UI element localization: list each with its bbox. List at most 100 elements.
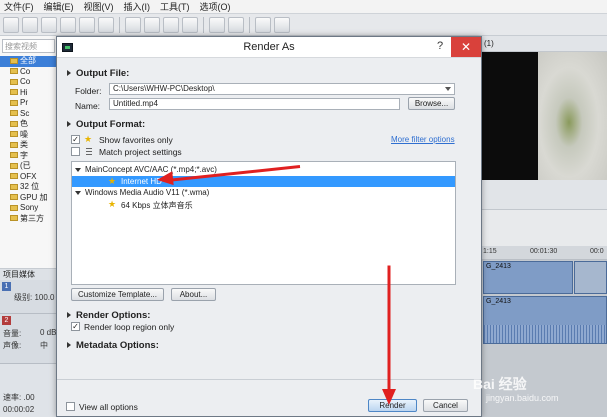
track-level: 级别: 100.0: [14, 293, 55, 302]
format-item-64kbps[interactable]: ★ 64 Kbps 立体声音乐: [72, 199, 455, 210]
timeline-ruler[interactable]: 1:15 00:01:30 00:0: [482, 246, 607, 260]
about-button[interactable]: About...: [171, 288, 216, 301]
loop-region-checkbox[interactable]: ✓: [71, 322, 80, 331]
video-clip-thumbnail[interactable]: [574, 261, 607, 294]
tree-item[interactable]: 噪: [0, 130, 57, 141]
menu-item[interactable]: 视图(V): [84, 0, 114, 13]
browse-button[interactable]: Browse...: [408, 97, 455, 110]
folder-icon: [10, 68, 18, 75]
tree-item[interactable]: Pr: [0, 98, 57, 109]
explorer-search-input[interactable]: 搜索视频: [2, 39, 55, 53]
menu-item[interactable]: 选项(O): [200, 0, 231, 13]
tree-item[interactable]: Sc: [0, 109, 57, 120]
tree-item-label: 色: [20, 119, 28, 128]
tree-item[interactable]: Sony: [0, 203, 57, 214]
new-file-icon[interactable]: [3, 16, 19, 33]
toolbar-separator: [119, 16, 120, 33]
format-group-label: Windows Media Audio V11 (*.wma): [85, 188, 210, 197]
dialog-titlebar[interactable]: Render As ? ✕: [57, 37, 481, 58]
close-button[interactable]: ✕: [451, 37, 481, 57]
pan-value: 中: [40, 341, 48, 350]
menu-item[interactable]: 工具(T): [160, 0, 190, 13]
output-format-heading: Output Format:: [76, 119, 146, 130]
tree-item-label: 第三方: [20, 213, 44, 223]
output-format-section[interactable]: Output Format:: [67, 119, 145, 130]
render-as-dialog: Render As ? ✕ Output File: Folder: C:\Us…: [56, 36, 482, 417]
view-all-options-checkbox[interactable]: [66, 402, 75, 411]
arrowhead-icon: [156, 171, 174, 187]
tree-item[interactable]: 全部: [0, 56, 57, 67]
video-track-header[interactable]: 1 级别: 100.0: [0, 280, 58, 314]
tree-item[interactable]: Hi: [0, 88, 57, 99]
tree-item[interactable]: 类: [0, 140, 57, 151]
show-favorites-checkbox[interactable]: ✓: [71, 135, 80, 144]
tree-item[interactable]: 色: [0, 119, 57, 130]
properties-icon[interactable]: [79, 16, 95, 33]
save-icon[interactable]: [41, 16, 57, 33]
folder-icon: [10, 57, 18, 64]
cancel-button[interactable]: Cancel: [423, 399, 468, 412]
tree-item[interactable]: 32 位: [0, 182, 57, 193]
tree-item[interactable]: Co: [0, 67, 57, 78]
tree-item-label: Co: [20, 77, 31, 86]
folder-field[interactable]: C:\Users\WHW-PC\Desktop\: [109, 83, 455, 95]
paste-icon[interactable]: [163, 16, 179, 33]
undo-icon[interactable]: [209, 16, 225, 33]
tree-item[interactable]: (已: [0, 161, 57, 172]
tree-item[interactable]: 第三方: [0, 214, 57, 225]
cut-icon[interactable]: [125, 16, 141, 33]
format-list[interactable]: MainConcept AVC/AAC (*.mp4;*.avc) ★ Inte…: [71, 161, 456, 285]
copy-icon[interactable]: [144, 16, 160, 33]
tree-item-label: Sony: [20, 203, 39, 212]
tree-item-label: Sc: [20, 108, 30, 118]
customize-template-button[interactable]: Customize Template...: [71, 288, 164, 301]
tree-item[interactable]: OFX: [0, 172, 57, 183]
folder-icon: [10, 131, 18, 138]
edit-tool-icon[interactable]: [255, 16, 271, 33]
audio-clip[interactable]: G_2413: [483, 296, 607, 344]
audio-track-header[interactable]: 2 音量: 0 dB 声像: 中: [0, 314, 58, 364]
trim-tool-icon[interactable]: [274, 16, 290, 33]
help-button[interactable]: ?: [437, 40, 443, 52]
track-headers: 1 级别: 100.0 2 音量: 0 dB 声像: 中 速率: .00 00:…: [0, 280, 58, 417]
menu-bar: 文件(F) 编辑(E) 视图(V) 插入(I) 工具(T) 选项(O): [0, 0, 607, 14]
time-readout: 00:00:02: [3, 405, 35, 414]
delete-icon[interactable]: [182, 16, 198, 33]
format-item-internet-hd[interactable]: ★ Internet HD: [72, 176, 455, 187]
match-project-checkbox[interactable]: [71, 147, 80, 156]
tree-item[interactable]: GPU 加: [0, 193, 57, 204]
tree-item-label: 类: [20, 140, 28, 149]
audio-waveform: [484, 325, 606, 343]
arrowhead-icon: [382, 389, 396, 405]
baidu-watermark: Bai 经验: [473, 376, 527, 392]
folder-icon: [10, 120, 18, 127]
expand-triangle-icon: [75, 190, 81, 195]
project-media-tab[interactable]: 项目媒体: [0, 268, 58, 280]
output-file-section[interactable]: Output File:: [67, 68, 129, 79]
folder-icon: [10, 78, 18, 85]
main-toolbar: [0, 14, 607, 36]
tree-item[interactable]: Co: [0, 77, 57, 88]
open-folder-icon[interactable]: [22, 16, 38, 33]
redo-icon[interactable]: [228, 16, 244, 33]
menu-item[interactable]: 插入(I): [124, 0, 151, 13]
metadata-options-section[interactable]: Metadata Options:: [67, 340, 159, 351]
more-filter-options-link[interactable]: More filter options: [391, 135, 455, 144]
favorite-star-icon: ★: [108, 199, 117, 209]
render-icon[interactable]: [60, 16, 76, 33]
collapse-triangle-icon: [67, 342, 71, 348]
video-clip[interactable]: G_2413: [483, 261, 573, 294]
menu-item[interactable]: 文件(F): [4, 0, 34, 13]
tree-item[interactable]: 字: [0, 151, 57, 162]
format-group-wma[interactable]: Windows Media Audio V11 (*.wma): [75, 188, 209, 197]
render-options-section[interactable]: Render Options:: [67, 310, 150, 321]
menu-item[interactable]: 编辑(E): [44, 0, 74, 13]
preview-mode-label[interactable]: (1): [484, 39, 494, 48]
dialog-title: Render As: [243, 41, 295, 53]
chevron-down-icon[interactable]: [445, 87, 451, 91]
clip-name: G_2413: [486, 263, 511, 270]
preview-toolbar: (1): [482, 36, 607, 52]
format-group-mainconcept[interactable]: MainConcept AVC/AAC (*.mp4;*.avc): [75, 165, 217, 174]
settings-icon[interactable]: [98, 16, 114, 33]
name-field[interactable]: Untitled.mp4: [109, 98, 400, 110]
